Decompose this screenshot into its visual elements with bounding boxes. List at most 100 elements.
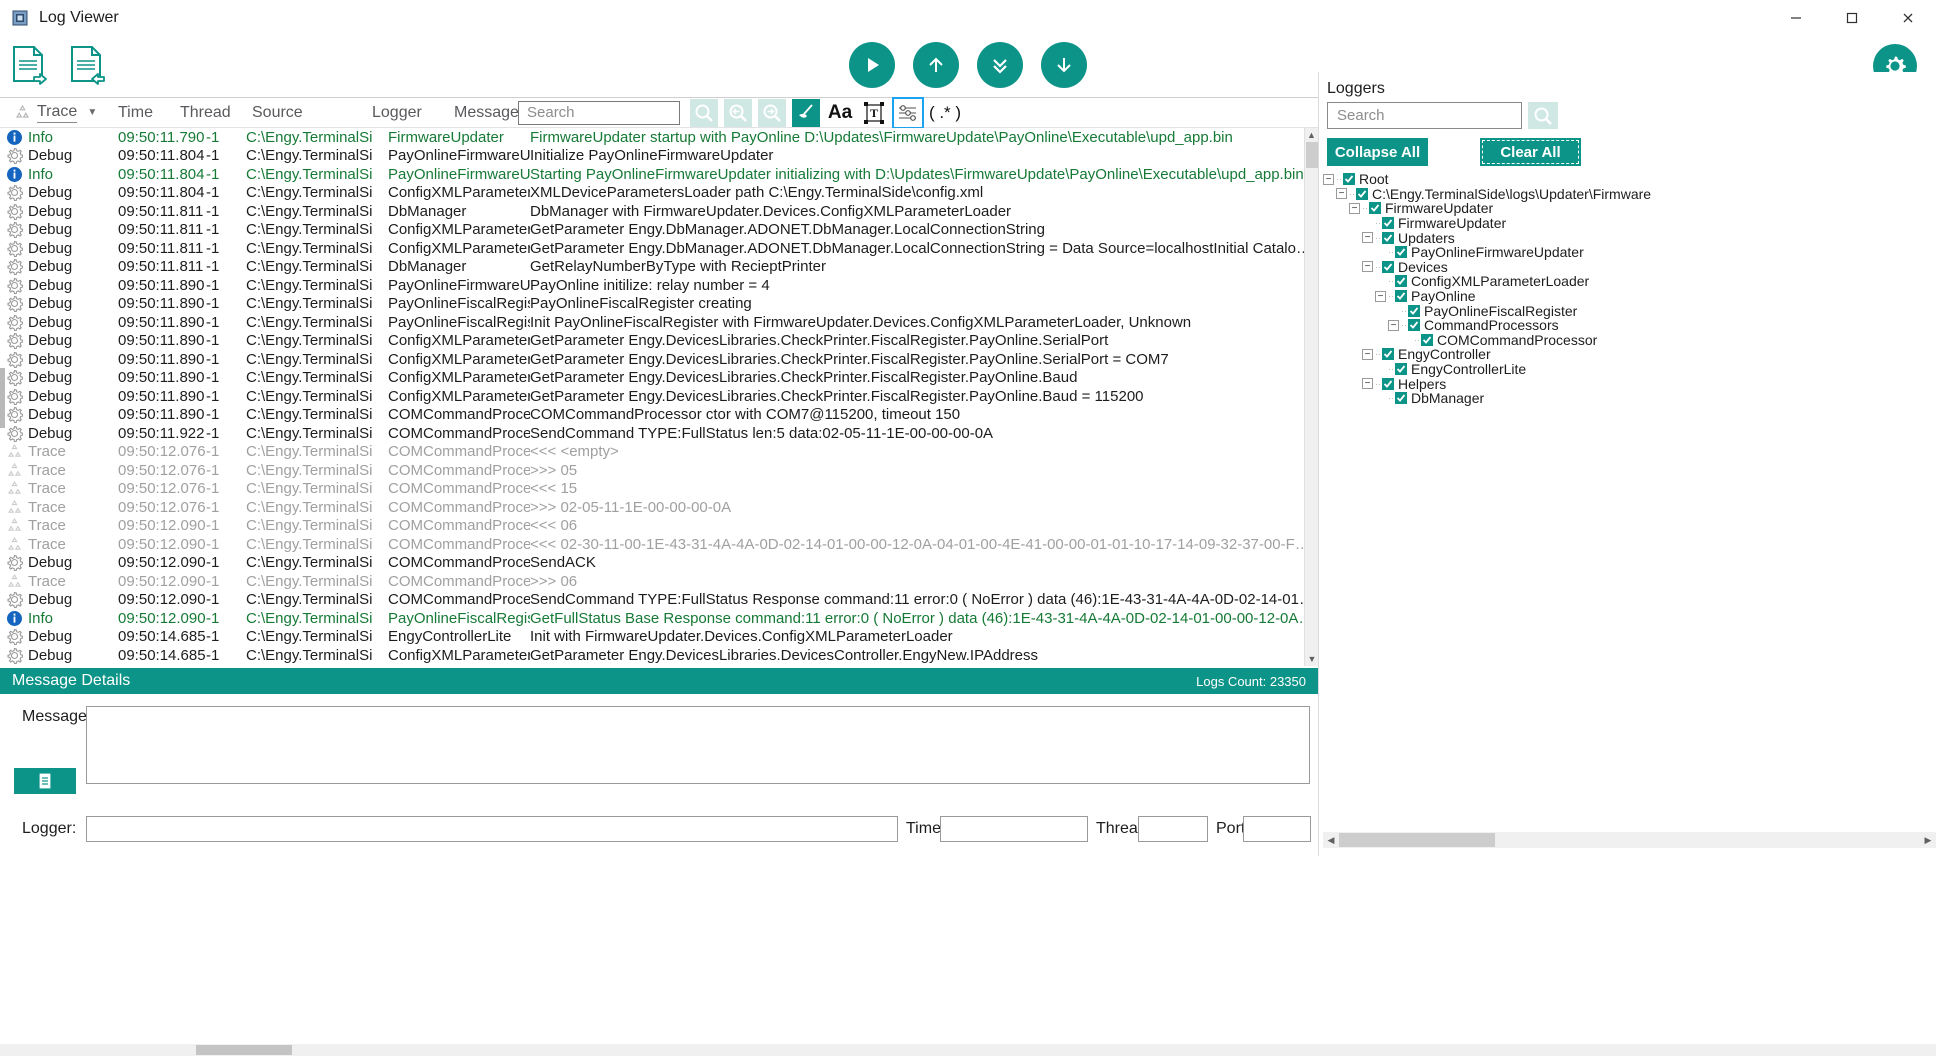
table-row[interactable]: Debug09:50:12.090-1C:\Engy.TerminalSiCOM… (0, 591, 1318, 610)
match-case-icon[interactable]: Aa (826, 99, 854, 127)
find-previous-icon[interactable] (724, 99, 752, 127)
table-row[interactable]: Debug09:50:11.890-1C:\Engy.TerminalSiCon… (0, 387, 1318, 406)
table-row[interactable]: Debug09:50:14.685-1C:\Engy.TerminalSiCon… (0, 646, 1318, 665)
logger-checkbox[interactable] (1382, 348, 1394, 360)
table-row[interactable]: Debug09:50:11.804-1C:\Engy.TerminalSiCon… (0, 184, 1318, 203)
copy-message-button[interactable] (14, 768, 76, 794)
tree-collapse-icon[interactable]: − (1375, 291, 1386, 302)
logger-checkbox[interactable] (1395, 246, 1407, 258)
scroll-left-arrow-icon[interactable]: ◀ (1323, 835, 1339, 846)
logger-tree-node[interactable]: ··PayOnlineFiscalRegister (1323, 303, 1936, 318)
table-row[interactable]: Info09:50:12.090-1C:\Engy.TerminalSiPayO… (0, 609, 1318, 628)
whole-word-icon[interactable]: T (860, 99, 888, 127)
logger-tree-node[interactable]: −··CommandProcessors (1323, 318, 1936, 333)
tree-collapse-icon[interactable]: − (1362, 261, 1373, 272)
table-row[interactable]: Debug09:50:11.811-1C:\Engy.TerminalSiCon… (0, 239, 1318, 258)
log-vertical-scrollbar[interactable]: ▲ ▼ (1304, 128, 1318, 666)
table-row[interactable]: Debug09:50:11.804-1C:\Engy.TerminalSiPay… (0, 147, 1318, 166)
message-value-textarea[interactable] (86, 706, 1310, 784)
table-row[interactable]: Trace09:50:12.090-1C:\Engy.TerminalSiCOM… (0, 572, 1318, 591)
logger-tree-node[interactable]: −··Devices (1323, 260, 1936, 275)
log-scrollbar-thumb[interactable] (1306, 142, 1318, 168)
chevron-down-icon[interactable]: ▼ (87, 107, 97, 118)
table-row[interactable]: Debug09:50:11.890-1C:\Engy.TerminalSiPay… (0, 295, 1318, 314)
column-header-time[interactable]: Time (118, 104, 180, 122)
search-input[interactable] (525, 103, 673, 122)
logger-tree-node[interactable]: −··Root (1323, 172, 1936, 187)
log-table[interactable]: Info09:50:11.790-1C:\Engy.TerminalSiFirm… (0, 128, 1318, 666)
logger-tree-node[interactable]: −··PayOnline (1323, 289, 1936, 304)
logger-checkbox[interactable] (1395, 363, 1407, 375)
tree-collapse-icon[interactable]: − (1362, 378, 1373, 389)
loggers-search-wrapper[interactable] (1327, 102, 1522, 129)
logger-tree-node[interactable]: ··COMCommandProcessor (1323, 333, 1936, 348)
logger-checkbox[interactable] (1382, 378, 1394, 390)
table-row[interactable]: Debug09:50:12.090-1C:\Engy.TerminalSiCOM… (0, 554, 1318, 573)
table-row[interactable]: Debug09:50:11.811-1C:\Engy.TerminalSiDbM… (0, 202, 1318, 221)
port-value-input[interactable] (1243, 816, 1311, 842)
tree-collapse-icon[interactable]: − (1362, 232, 1373, 243)
table-row[interactable]: Debug09:50:11.922-1C:\Engy.TerminalSiCOM… (0, 424, 1318, 443)
logger-checkbox[interactable] (1382, 217, 1394, 229)
maximize-button[interactable] (1824, 0, 1880, 36)
clear-all-button[interactable]: Clear All (1480, 138, 1581, 166)
table-row[interactable]: Debug09:50:11.890-1C:\Engy.TerminalSiPay… (0, 276, 1318, 295)
open-log-file-icon[interactable] (8, 43, 52, 89)
table-row[interactable]: Info09:50:11.790-1C:\Engy.TerminalSiFirm… (0, 128, 1318, 147)
scroll-to-bottom-button[interactable] (1041, 42, 1087, 88)
logger-tree-node[interactable]: −··Helpers (1323, 376, 1936, 391)
scroll-down-arrow-icon[interactable]: ▼ (1305, 652, 1318, 666)
logger-tree-node[interactable]: ··FirmwareUpdater (1323, 216, 1936, 231)
column-header-thread[interactable]: Thread (180, 104, 252, 122)
loggers-scroll-track[interactable] (1339, 833, 1920, 847)
find-icon[interactable] (690, 99, 718, 127)
logger-tree-node[interactable]: −··C:\Engy.TerminalSide\logs\Updater\Fir… (1323, 187, 1936, 202)
logger-checkbox[interactable] (1408, 319, 1420, 331)
scroll-up-arrow-icon[interactable]: ▲ (1305, 128, 1318, 142)
column-header-source[interactable]: Source (252, 104, 372, 122)
table-row[interactable]: Debug09:50:11.890-1C:\Engy.TerminalSiCon… (0, 369, 1318, 388)
logger-tree-node[interactable]: −··Updaters (1323, 230, 1936, 245)
table-row[interactable]: Debug09:50:14.685-1C:\Engy.TerminalSiCon… (0, 665, 1318, 667)
logger-checkbox[interactable] (1356, 188, 1368, 200)
tree-collapse-icon[interactable]: − (1349, 203, 1360, 214)
scroll-to-top-button[interactable] (913, 42, 959, 88)
logger-checkbox[interactable] (1382, 232, 1394, 244)
table-row[interactable]: Debug09:50:11.890-1C:\Engy.TerminalSiPay… (0, 313, 1318, 332)
loggers-search-input[interactable] (1335, 106, 1514, 125)
table-row[interactable]: Debug09:50:11.890-1C:\Engy.TerminalSiCon… (0, 350, 1318, 369)
logger-checkbox[interactable] (1395, 392, 1407, 404)
tree-collapse-icon[interactable]: − (1336, 188, 1347, 199)
table-row[interactable]: Debug09:50:11.811-1C:\Engy.TerminalSiDbM… (0, 258, 1318, 277)
collapse-all-button[interactable]: Collapse All (1327, 138, 1428, 166)
logger-checkbox[interactable] (1421, 334, 1433, 346)
logger-checkbox[interactable] (1343, 173, 1355, 185)
table-row[interactable]: Debug09:50:14.685-1C:\Engy.TerminalSiEng… (0, 628, 1318, 647)
tree-collapse-icon[interactable]: − (1323, 174, 1334, 185)
loggers-horizontal-scrollbar[interactable]: ◀ ▶ (1323, 832, 1936, 848)
logger-tree-node[interactable]: ··PayOnlineFirmwareUpdater (1323, 245, 1936, 260)
loggers-scrollbar-thumb[interactable] (1339, 833, 1495, 847)
logger-tree-node[interactable]: ··ConfigXMLParameterLoader (1323, 274, 1936, 289)
logger-value-input[interactable] (86, 816, 898, 842)
table-row[interactable]: Trace09:50:12.076-1C:\Engy.TerminalSiCOM… (0, 480, 1318, 499)
scroll-fast-down-button[interactable] (977, 42, 1023, 88)
table-row[interactable]: Trace09:50:12.076-1C:\Engy.TerminalSiCOM… (0, 443, 1318, 462)
loggers-tree[interactable]: −··Root−··C:\Engy.TerminalSide\logs\Upda… (1323, 172, 1936, 824)
logger-checkbox[interactable] (1382, 261, 1394, 273)
column-header-logger[interactable]: Logger (372, 104, 454, 122)
scroll-right-arrow-icon[interactable]: ▶ (1920, 835, 1936, 846)
table-row[interactable]: Debug09:50:11.890-1C:\Engy.TerminalSiCOM… (0, 406, 1318, 425)
logger-checkbox[interactable] (1395, 290, 1407, 302)
search-input-wrapper[interactable] (518, 101, 680, 125)
logger-checkbox[interactable] (1369, 202, 1381, 214)
table-row[interactable]: Trace09:50:12.090-1C:\Engy.TerminalSiCOM… (0, 517, 1318, 536)
filter-sliders-icon[interactable] (894, 99, 922, 127)
table-row[interactable]: Debug09:50:11.811-1C:\Engy.TerminalSiCon… (0, 221, 1318, 240)
minimize-button[interactable] (1768, 0, 1824, 36)
tree-collapse-icon[interactable]: − (1362, 349, 1373, 360)
regex-icon[interactable]: ( .* ) (928, 99, 962, 127)
table-row[interactable]: Info09:50:11.804-1C:\Engy.TerminalSiPayO… (0, 165, 1318, 184)
column-header-message[interactable]: Message (454, 104, 512, 122)
logger-tree-node[interactable]: −··FirmwareUpdater (1323, 201, 1936, 216)
